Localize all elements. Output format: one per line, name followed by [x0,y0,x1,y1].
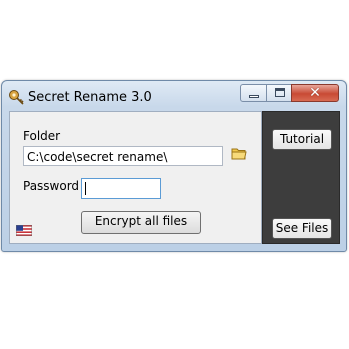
us-flag-icon[interactable] [16,225,32,236]
encrypt-all-button[interactable]: Encrypt all files [81,211,201,234]
text-caret [85,182,86,195]
side-panel: Tutorial See Files [262,111,340,244]
folder-label: Folder [23,129,61,143]
close-icon: ✕ [309,85,321,101]
folder-input[interactable]: C:\code\secret rename\ [23,146,223,166]
title-bar[interactable]: Secret Rename 3.0 ✕ [2,81,346,111]
key-icon [9,90,24,105]
maximize-button[interactable] [266,84,292,102]
password-input[interactable] [81,178,161,199]
tutorial-button[interactable]: Tutorial [272,129,332,150]
minimize-icon [249,95,259,98]
see-files-button[interactable]: See Files [272,218,332,239]
maximize-icon [275,88,285,97]
window-title: Secret Rename 3.0 [28,90,152,105]
app-window: Secret Rename 3.0 ✕ Folder C:\code\secre… [1,80,347,252]
close-button[interactable]: ✕ [291,84,339,102]
folder-icon[interactable] [231,147,247,161]
password-label: Password [23,179,80,193]
main-panel: Folder C:\code\secret rename\ Password E… [9,111,262,244]
minimize-button[interactable] [240,84,267,102]
